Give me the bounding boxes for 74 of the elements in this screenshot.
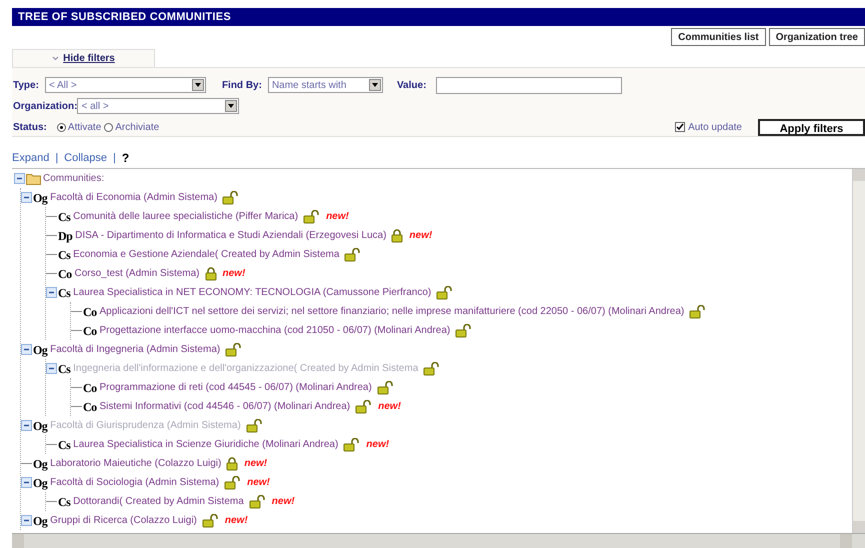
tree-link[interactable]: Collapse [64,150,107,166]
window-title: TREE OF SUBSCRIBED COMMUNITIES [18,10,231,25]
tree-link[interactable]: Expand [12,150,50,166]
apply-filters-button[interactable]: Apply filters [758,118,865,136]
collapse-icon[interactable] [21,192,32,203]
find-by-select[interactable]: Name starts with [268,77,383,93]
new-label: new! [222,267,246,281]
type-code-label: Co [83,304,96,320]
community-label[interactable]: Dottorandi( Created by Admin Sistema [73,494,244,509]
filter-label: Find By: [222,78,262,92]
radio-button[interactable] [104,122,114,132]
new-label: new! [326,210,349,224]
radio-label[interactable]: Attivate [68,120,102,134]
folder-icon [26,172,41,184]
filter-label: Type: [13,78,39,92]
type-code-label: Cs [58,494,70,510]
checkbox[interactable] [675,122,686,132]
collapse-icon[interactable] [14,173,25,184]
type-code-label: Cs [58,284,70,302]
type-select[interactable]: < All > [44,77,206,93]
community-label[interactable]: Facoltà di Sociologia (Admin Sistema) [50,475,220,490]
community-label[interactable]: DISA - Dipartimento di Informatica e Studi Aziendali (Erzegovesi Luca) [75,228,386,243]
organization-select[interactable]: < all > [77,98,240,114]
new-label: new! [366,438,390,452]
community-label[interactable]: Applicazioni dell'ICT nel settore dei servizi; nel settore finanziario; nelle imprese manifatturiere (cod 22050 - 06/07) (Molinari Andrea) [99,304,684,319]
type-code-label: Co [83,398,96,416]
filter-label: Organization: [13,100,78,114]
community-label[interactable]: Gruppi di Ricerca (Colazzo Luigi) [50,513,197,528]
value-field[interactable] [436,76,622,94]
new-label: new! [224,514,248,528]
hide-filters-tab[interactable]: Hide filters [12,49,155,67]
radio-label[interactable]: Archiviate [115,120,160,134]
filter-label: Value: [396,78,426,92]
link-separator: | [55,150,58,166]
new-label: new! [409,229,432,243]
community-label[interactable]: Corso_test (Admin Sistema) [74,266,200,281]
type-code-label: Co [83,322,96,340]
tree-root-label[interactable]: Communities: [43,171,104,186]
view-button[interactable]: Organization tree [768,28,865,46]
type-code-label: Cs [58,208,70,226]
community-label[interactable]: Laurea Specialistica in NET ECONOMY: TECNOLOGIA (Camussone Pierfranco) [73,285,432,300]
collapse-icon [52,55,60,62]
new-label: new! [247,476,270,490]
community-label[interactable]: Facoltà di Ingegneria (Admin Sistema) [50,342,220,357]
type-code-label: Og [33,512,48,530]
help-link[interactable]: ? [122,149,130,167]
community-label[interactable]: Progettazione interfacce uomo-macchina (cod 21050 - 06/07) (Molinari Andrea) [99,323,450,338]
collapse-icon[interactable] [46,287,57,298]
collapse-icon[interactable] [21,344,32,355]
type-code-label: Co [83,380,96,396]
type-code-label: Og [33,418,48,434]
community-label[interactable]: Facoltà di Economia (Admin Sistema) [50,190,218,205]
type-code-label: Og [33,456,48,472]
new-label: new! [244,457,268,471]
type-code-label: Co [58,266,72,282]
type-code-label: Cs [58,246,70,264]
type-code-label: Cs [58,436,70,454]
radio-button[interactable] [56,122,66,132]
community-label[interactable]: Economia e Gestione Aziendale( Created by Admin Sistema [73,247,340,262]
collapse-icon[interactable] [21,515,32,526]
community-label[interactable]: Laboratorio Maieutiche (Colazzo Luigi) [50,456,222,471]
type-code-label: Cs [58,360,70,378]
type-code-label: Og [33,190,48,206]
type-code-label: Dp [58,228,72,244]
collapse-icon[interactable] [21,477,32,488]
new-label: new! [272,495,295,509]
type-code-label: Og [33,474,48,492]
view-button[interactable]: Communities list [671,28,766,46]
filter-label: Status: [13,120,47,134]
type-code-label: Og [33,342,48,358]
checkbox-label[interactable]: Auto update [688,120,742,134]
new-label: new! [378,400,401,414]
link-separator: | [112,150,116,166]
community-label[interactable]: Comunità delle lauree specialistiche (Piffer Marica) [73,209,298,224]
